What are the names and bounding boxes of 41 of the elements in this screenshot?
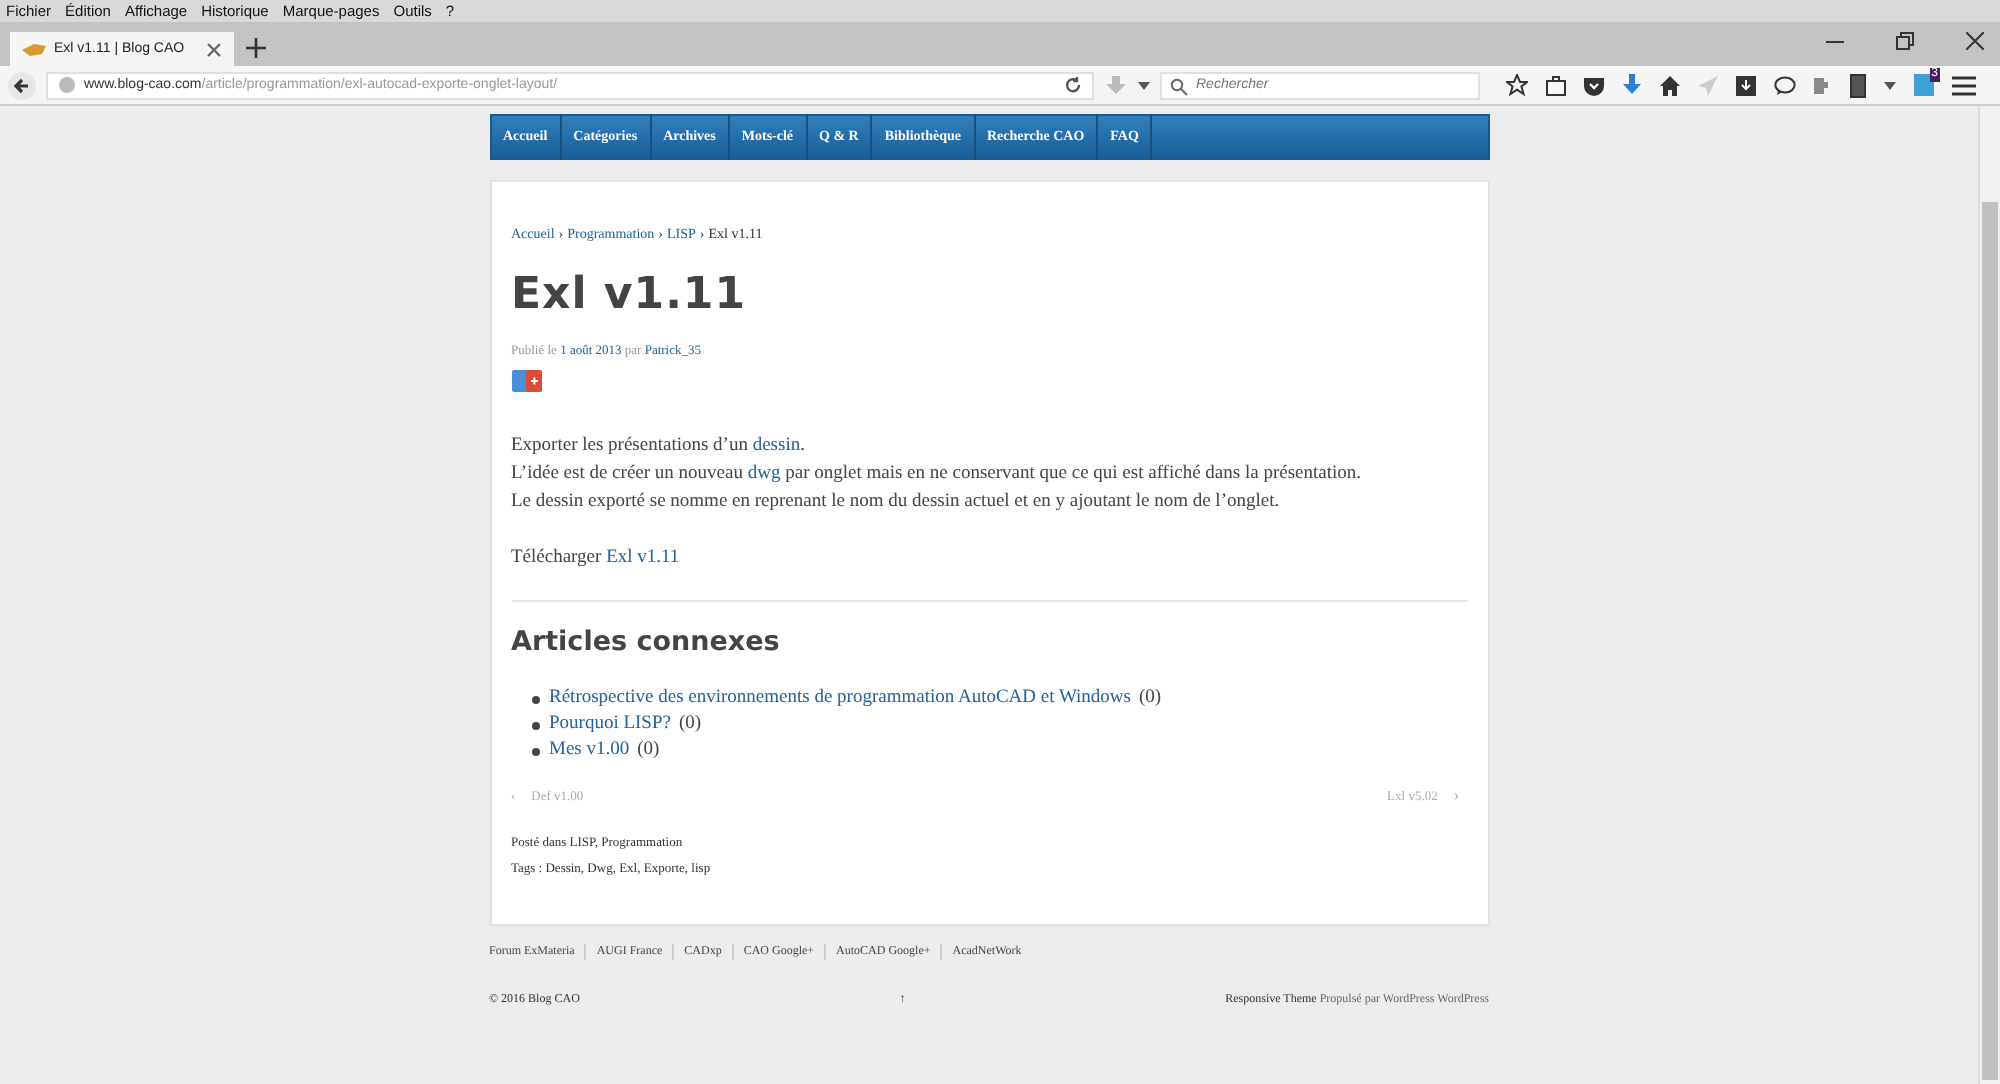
menu-icon[interactable] <box>1952 75 1976 95</box>
share-icon[interactable] <box>511 370 541 392</box>
comment-count: (0) <box>637 738 660 764</box>
briefcase-icon[interactable] <box>1546 75 1566 95</box>
favicon-icon <box>22 41 46 57</box>
globe-icon <box>58 76 76 94</box>
phone-icon[interactable] <box>1850 73 1866 97</box>
text-link[interactable]: dwg <box>747 464 781 484</box>
article-link[interactable]: Pourquoi LISP? <box>549 712 671 738</box>
save-icon[interactable] <box>1736 75 1756 95</box>
scrollbar[interactable] <box>1978 106 2000 1084</box>
text-link[interactable]: dessin <box>752 436 801 456</box>
home-icon[interactable] <box>1660 75 1680 95</box>
restore-icon[interactable] <box>1896 32 1914 50</box>
caret-icon[interactable] <box>1138 81 1150 89</box>
bullet-icon <box>531 695 539 703</box>
bullet-icon <box>531 747 539 755</box>
section-heading: Articles connexes <box>511 626 780 658</box>
scrollbar-thumb[interactable] <box>1982 202 1998 1080</box>
star-icon[interactable] <box>1506 74 1528 96</box>
article-title: Exl v1.11 <box>511 270 747 320</box>
article-link[interactable]: Mes v1.00 <box>549 738 630 764</box>
download-link[interactable]: Exl v1.11 <box>606 548 680 568</box>
article-link[interactable]: Rétrospective des environnements de programmation AutoCAD et Windows <box>549 686 1131 712</box>
comment-count: (0) <box>678 712 702 738</box>
paragraph: Exporter les présentations d’un dessin. <box>511 434 807 460</box>
close-icon[interactable] <box>206 41 222 57</box>
close-icon[interactable] <box>1966 32 1984 50</box>
chat-icon[interactable] <box>1774 75 1796 95</box>
comment-count: (0) <box>1138 686 1162 712</box>
bullet-icon <box>531 721 539 729</box>
puzzle-icon[interactable] <box>1814 75 1832 95</box>
paragraph: L’idée est de créer un nouveau dwg par onglet mais en ne conservant que ce qui est affiché dans la présentation. <box>511 462 1361 488</box>
back-icon[interactable] <box>8 71 36 99</box>
reload-icon[interactable] <box>1064 76 1082 94</box>
caret-icon[interactable] <box>1884 81 1896 89</box>
paragraph: Le dessin exporté se nomme en reprenant le nom du dessin actuel et en y ajoutant le nom de l’onglet. <box>511 490 1282 516</box>
pocket-icon[interactable] <box>1584 75 1604 95</box>
download-icon[interactable] <box>1622 74 1642 96</box>
new-tab-icon[interactable] <box>246 38 266 58</box>
download-line: Télécharger Exl v1.11 <box>511 546 680 572</box>
